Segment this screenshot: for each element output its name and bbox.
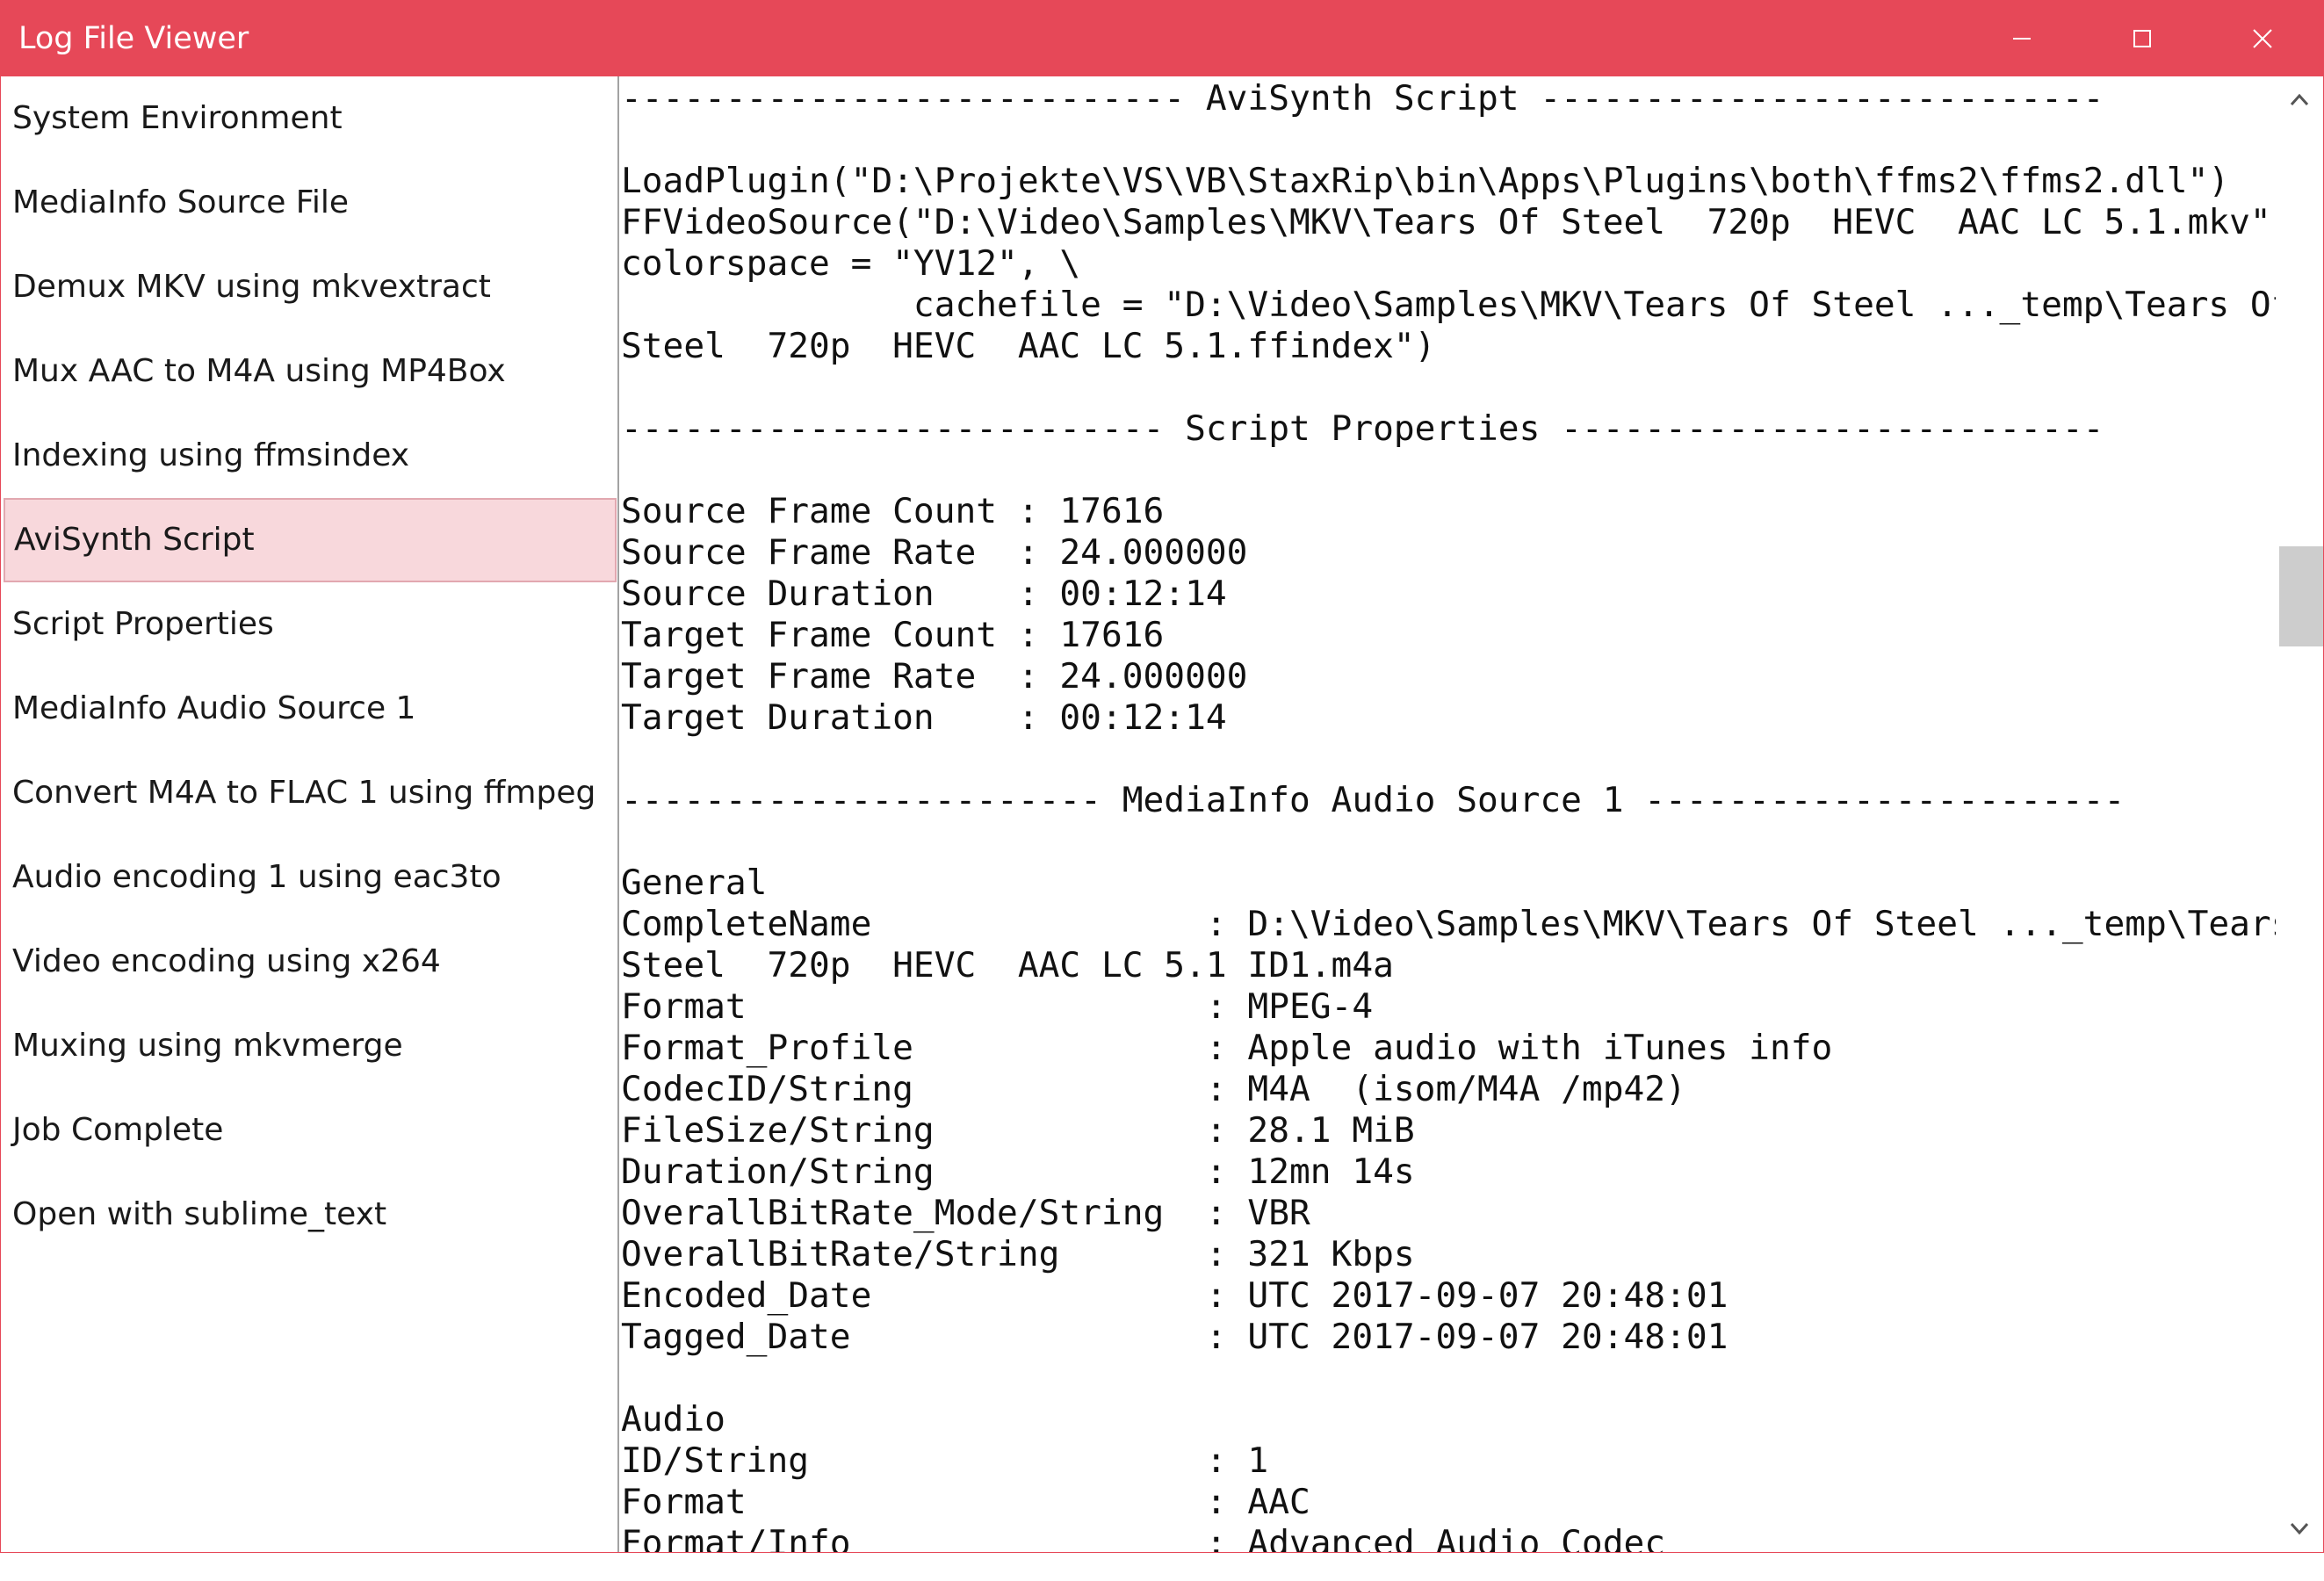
chevron-down-icon <box>2290 1522 2309 1535</box>
log-line: Target Frame Count : 17616 <box>621 615 1165 655</box>
sidebar-item[interactable]: Video encoding using x264 <box>1 920 617 1004</box>
log-line: FFVideoSource("D:\Video\Samples\MKV\Tear… <box>621 202 2276 242</box>
chevron-up-icon <box>2290 93 2309 106</box>
vertical-scrollbar[interactable] <box>2276 76 2323 1552</box>
log-content[interactable]: --------------------------- AviSynth Scr… <box>619 76 2276 1552</box>
log-line: Format_Profile : Apple audio with iTunes… <box>621 1028 1833 1068</box>
log-line: Audio <box>621 1399 725 1440</box>
log-line: FileSize/String : 28.1 MiB <box>621 1110 1415 1151</box>
log-line: Format : AAC <box>621 1482 1310 1522</box>
log-line: Source Frame Rate : 24.000000 <box>621 532 1248 573</box>
scroll-up-button[interactable] <box>2276 76 2323 124</box>
close-icon <box>2252 29 2272 48</box>
log-line: Source Frame Count : 17616 <box>621 491 1165 531</box>
sidebar-item[interactable]: MediaInfo Audio Source 1 <box>1 667 617 751</box>
log-line: -------------------------- Script Proper… <box>621 408 2104 449</box>
log-line: CodecID/String : M4A (isom/M4A /mp42) <box>621 1069 1686 1109</box>
sidebar-item[interactable]: Job Complete <box>1 1088 617 1173</box>
scroll-thumb[interactable] <box>2279 546 2323 647</box>
sidebar-item[interactable]: Convert M4A to FLAC 1 using ffmpeg <box>1 751 617 835</box>
scroll-down-button[interactable] <box>2276 1505 2323 1552</box>
sidebar-item[interactable]: Muxing using mkvmerge <box>1 1004 617 1088</box>
log-line: Format/Info : Advanced Audio Codec <box>621 1523 1666 1552</box>
window-title: Log File Viewer <box>18 21 249 56</box>
log-line: colorspace = "YV12", \ <box>621 243 1081 284</box>
minimize-icon <box>2012 38 2031 40</box>
sidebar-item[interactable]: Mux AAC to M4A using MP4Box <box>1 329 617 414</box>
sidebar-item[interactable]: Audio encoding 1 using eac3to <box>1 835 617 920</box>
log-line: Tagged_Date : UTC 2017-09-07 20:48:01 <box>621 1317 1729 1357</box>
log-line: Steel 720p HEVC AAC LC 5.1.ffindex") <box>621 326 1436 366</box>
log-line: LoadPlugin("D:\Projekte\VS\VB\StaxRip\bi… <box>621 161 2230 201</box>
maximize-icon <box>2133 30 2151 47</box>
log-text: --------------------------- AviSynth Scr… <box>619 76 2276 1552</box>
sidebar-item[interactable]: Indexing using ffmsindex <box>1 414 617 498</box>
log-line: Source Duration : 00:12:14 <box>621 574 1227 614</box>
log-line: Target Duration : 00:12:14 <box>621 697 1227 738</box>
sidebar-item[interactable]: System Environment <box>1 76 617 161</box>
log-line: --------------------------- AviSynth Scr… <box>621 78 2104 119</box>
sidebar-item[interactable]: Open with sublime_text <box>1 1173 617 1257</box>
log-line: Target Frame Rate : 24.000000 <box>621 656 1248 697</box>
sidebar-item[interactable]: AviSynth Script <box>4 498 617 582</box>
log-line: cachefile = "D:\Video\Samples\MKV\Tears … <box>621 285 2276 325</box>
log-line: ----------------------- MediaInfo Audio … <box>621 780 2126 820</box>
log-line: OverallBitRate/String : 321 Kbps <box>621 1234 1415 1274</box>
minimize-button[interactable] <box>1961 1 2082 76</box>
maximize-button[interactable] <box>2082 1 2202 76</box>
sidebar-item[interactable]: MediaInfo Source File <box>1 161 617 245</box>
log-line: Format : MPEG-4 <box>621 986 1374 1027</box>
log-line: OverallBitRate_Mode/String : VBR <box>621 1193 1310 1233</box>
log-line: Encoded_Date : UTC 2017-09-07 20:48:01 <box>621 1275 1729 1316</box>
sidebar-item[interactable]: Script Properties <box>1 582 617 667</box>
log-file-viewer-window: Log File Viewer System Environment MediaI… <box>0 0 2324 1553</box>
close-button[interactable] <box>2202 1 2322 76</box>
log-line: CompleteName : D:\Video\Samples\MKV\Tear… <box>621 904 2276 944</box>
title-bar[interactable]: Log File Viewer <box>1 1 2323 76</box>
log-line: Steel 720p HEVC AAC LC 5.1 ID1.m4a <box>621 945 1394 985</box>
log-line: Duration/String : 12mn 14s <box>621 1151 1415 1192</box>
log-line: ID/String : 1 <box>621 1440 1269 1481</box>
section-list[interactable]: System Environment MediaInfo Source File D… <box>1 76 619 1552</box>
sidebar-item[interactable]: Demux MKV using mkvextract <box>1 245 617 329</box>
log-line: General <box>621 863 768 903</box>
